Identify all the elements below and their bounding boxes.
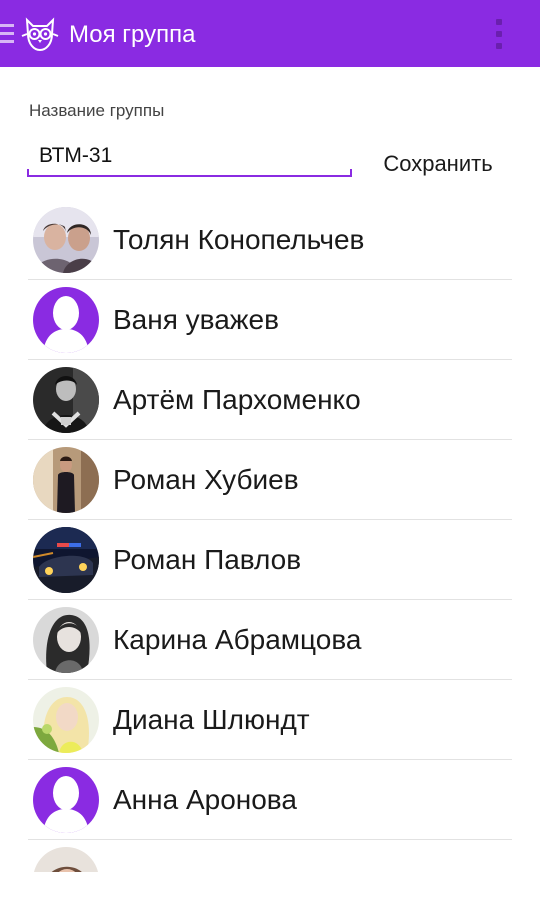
member-row[interactable]: Анна Аронова (28, 760, 512, 840)
member-row[interactable]: Диана Шлюндт (28, 680, 512, 760)
member-avatar (33, 447, 99, 513)
member-avatar-placeholder (33, 767, 99, 833)
member-name: Роман Хубиев (113, 464, 299, 495)
overflow-menu-icon[interactable] (494, 17, 504, 51)
member-name: Карина Абрамцова (113, 624, 362, 655)
member-row[interactable]: Ваня уважев (28, 280, 512, 360)
member-avatar (33, 367, 99, 433)
menu-icon[interactable] (0, 22, 14, 46)
member-name: Диана Шлюндт (113, 704, 310, 735)
input-underline (27, 175, 352, 177)
member-row[interactable]: Роман Павлов (28, 520, 512, 600)
member-row[interactable]: Роман Хубиев (28, 440, 512, 520)
app-bar-title: Моя группа (69, 21, 196, 48)
member-avatar (33, 607, 99, 673)
input-underline-tick-right (350, 169, 352, 177)
save-button[interactable]: Сохранить (368, 146, 508, 182)
group-name-input[interactable] (27, 140, 359, 172)
group-name-field-wrapper (27, 140, 359, 178)
member-avatar (33, 527, 99, 593)
member-avatar (33, 847, 99, 872)
member-row[interactable]: Толян Конопельчев (28, 200, 512, 280)
member-avatar (33, 687, 99, 753)
member-name: Анна Аронова (113, 784, 297, 815)
group-name-label: Название группы (29, 101, 165, 120)
member-name: Ваня уважев (113, 304, 279, 335)
member-avatar-placeholder (33, 287, 99, 353)
member-row[interactable]: Карина Абрамцова (28, 600, 512, 680)
member-name: Роман Павлов (113, 544, 302, 575)
input-underline-tick-left (27, 169, 29, 177)
member-row[interactable]: Артём Пархоменко (28, 360, 512, 440)
member-name: Артём Пархоменко (113, 384, 361, 415)
member-row[interactable] (28, 840, 512, 872)
member-list[interactable]: Толян Конопельчев Ваня уважев Артём Парх… (28, 200, 512, 872)
member-name: Толян Конопельчев (113, 224, 365, 255)
owl-logo-icon[interactable] (19, 14, 61, 54)
app-bar: Моя группа (0, 0, 540, 67)
member-avatar (33, 207, 99, 273)
